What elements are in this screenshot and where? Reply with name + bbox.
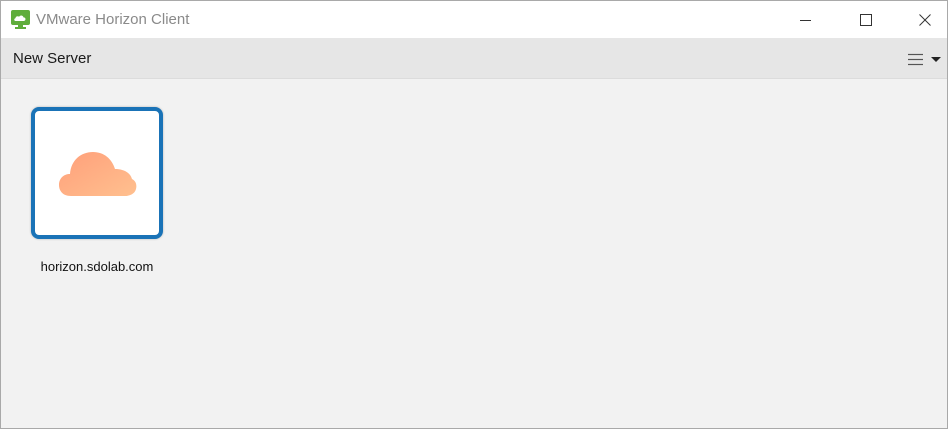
options-menu-button[interactable] [905,49,945,69]
minimize-button[interactable] [777,1,835,38]
horizon-app-icon [11,10,30,29]
title-bar[interactable]: VMware Horizon Client [1,1,947,38]
minimize-icon [800,19,811,21]
cloud-icon [59,152,137,196]
server-tile[interactable]: horizon.sdolab.com [31,107,163,277]
server-tile-frame[interactable] [31,107,163,239]
window-title: VMware Horizon Client [36,11,190,28]
hamburger-menu-icon [908,53,941,66]
maximize-icon [860,13,872,26]
horizon-client-window: VMware Horizon Client New Server horizon… [0,0,948,429]
server-name-label: horizon.sdolab.com [40,259,154,274]
toolbar: New Server [1,38,947,79]
new-server-button[interactable]: New Server [13,50,91,67]
close-icon [919,13,931,26]
server-list-area: horizon.sdolab.com [1,79,947,428]
maximize-button[interactable] [837,1,895,38]
close-button[interactable] [896,1,947,38]
